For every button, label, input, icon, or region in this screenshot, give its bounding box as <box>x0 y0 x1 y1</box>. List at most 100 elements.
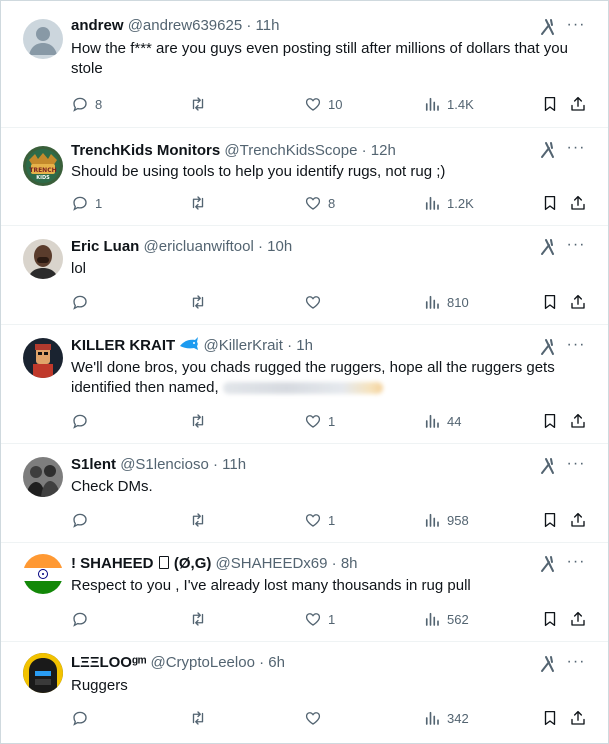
timestamp[interactable]: 12h <box>371 142 396 159</box>
user-handle[interactable]: @SHAHEEDx69 <box>216 555 328 572</box>
like-button[interactable]: 1 <box>304 510 335 530</box>
display-name[interactable]: andrew <box>71 17 124 34</box>
grok-icon[interactable] <box>540 141 558 159</box>
share-button[interactable] <box>569 510 587 530</box>
views-button[interactable]: 1.2K <box>423 193 474 213</box>
bookmark-button[interactable] <box>541 510 559 530</box>
views-button[interactable]: 1.4K <box>423 94 474 114</box>
reply-button[interactable]: 8 <box>71 94 102 114</box>
bookmark-button[interactable] <box>541 411 559 431</box>
share-button[interactable] <box>569 609 587 629</box>
display-name[interactable]: KILLER KRAIT <box>71 337 175 354</box>
reply-button[interactable] <box>71 411 89 431</box>
like-button[interactable] <box>304 708 322 728</box>
bookmark-icon <box>544 195 556 211</box>
more-icon[interactable]: ··· <box>566 654 586 674</box>
timestamp[interactable]: 6h <box>268 654 285 671</box>
user-handle[interactable]: @KillerKrait <box>204 337 283 354</box>
retweet-button[interactable] <box>189 292 207 312</box>
display-name[interactable]: LΞΞLOOᵍᵐ <box>71 654 146 671</box>
views-button[interactable]: 958 <box>423 510 469 530</box>
user-handle[interactable]: @CryptoLeeloo <box>150 654 254 671</box>
views-icon <box>425 97 439 111</box>
reply-button[interactable] <box>71 609 89 629</box>
timestamp[interactable]: 11h <box>222 456 246 473</box>
retweet-button[interactable] <box>189 411 207 431</box>
more-icon[interactable]: ··· <box>566 140 586 160</box>
views-button[interactable]: 342 <box>423 708 469 728</box>
display-name[interactable]: S1lent <box>71 456 116 473</box>
more-icon[interactable]: ··· <box>566 554 586 574</box>
share-icon <box>571 611 585 626</box>
retweet-button[interactable] <box>189 609 207 629</box>
avatar[interactable] <box>23 653 63 693</box>
bookmark-button[interactable] <box>541 292 559 312</box>
like-button[interactable]: 1 <box>304 609 335 629</box>
grok-icon[interactable] <box>540 457 558 475</box>
retweet-button[interactable] <box>189 94 207 114</box>
share-button[interactable] <box>569 292 587 312</box>
tweet-shaheed[interactable]: ! SHAHEED (Ø,G) @SHAHEEDx69 · 8h ··· Res… <box>1 543 608 642</box>
separator: · <box>361 142 367 159</box>
display-name[interactable]: Eric Luan <box>71 238 139 255</box>
views-button[interactable]: 44 <box>423 411 461 431</box>
grok-icon[interactable] <box>540 338 558 356</box>
grok-icon[interactable] <box>540 655 558 673</box>
display-name[interactable]: ! SHAHEED <box>71 555 154 572</box>
reply-button[interactable] <box>71 510 89 530</box>
timestamp[interactable]: 1h <box>296 337 313 354</box>
bookmark-button[interactable] <box>541 708 559 728</box>
user-handle[interactable]: @ericluanwiftool <box>144 238 254 255</box>
separator: · <box>212 456 218 473</box>
avatar[interactable] <box>23 457 63 497</box>
more-icon[interactable]: ··· <box>566 456 586 476</box>
share-button[interactable] <box>569 193 587 213</box>
avatar[interactable] <box>23 19 63 59</box>
user-handle[interactable]: @andrew639625 <box>128 17 242 34</box>
like-icon <box>305 415 321 428</box>
tweet-leeloo[interactable]: LΞΞLOOᵍᵐ @CryptoLeeloo · 6h ··· Ruggers … <box>1 642 608 743</box>
reply-button[interactable]: 1 <box>71 193 102 213</box>
bookmark-button[interactable] <box>541 193 559 213</box>
tweet-eric-luan[interactable]: Eric Luan @ericluanwiftool · 10h ··· lol… <box>1 226 608 325</box>
tweet-killer-krait[interactable]: KILLER KRAIT @KillerKrait · 1h ··· We'll… <box>1 325 608 444</box>
share-button[interactable] <box>569 94 587 114</box>
tweet-andrew[interactable]: andrew @andrew639625 · 11h ··· How the f… <box>1 1 608 128</box>
user-handle[interactable]: @TrenchKidsScope <box>224 142 357 159</box>
views-button[interactable]: 810 <box>423 292 469 312</box>
like-button[interactable] <box>304 292 322 312</box>
reply-button[interactable] <box>71 292 89 312</box>
bookmark-button[interactable] <box>541 609 559 629</box>
bookmark-icon <box>544 294 556 310</box>
reply-icon <box>73 97 87 112</box>
like-button[interactable]: 1 <box>304 411 335 431</box>
retweet-button[interactable] <box>189 510 207 530</box>
like-button[interactable]: 10 <box>304 94 342 114</box>
like-button[interactable]: 8 <box>304 193 335 213</box>
avatar[interactable] <box>23 239 63 279</box>
retweet-button[interactable] <box>189 193 207 213</box>
avatar[interactable] <box>23 554 63 594</box>
timestamp[interactable]: 8h <box>341 555 358 572</box>
more-icon[interactable]: ··· <box>566 337 586 357</box>
more-icon[interactable]: ··· <box>566 17 586 37</box>
timestamp[interactable]: 11h <box>256 17 280 34</box>
more-icon[interactable]: ··· <box>566 237 586 257</box>
grok-icon[interactable] <box>540 238 558 256</box>
tweet-s1lent[interactable]: S1lent @S1lencioso · 11h ··· Check DMs. … <box>1 444 608 543</box>
share-button[interactable] <box>569 708 587 728</box>
avatar[interactable] <box>23 338 63 378</box>
views-button[interactable]: 562 <box>423 609 469 629</box>
user-handle[interactable]: @S1lencioso <box>120 456 209 473</box>
retweet-button[interactable] <box>189 708 207 728</box>
bookmark-button[interactable] <box>541 94 559 114</box>
reply-button[interactable] <box>71 708 89 728</box>
like-count: 8 <box>328 195 336 211</box>
avatar[interactable]: TRENCH KIDS <box>23 146 63 186</box>
share-button[interactable] <box>569 411 587 431</box>
timestamp[interactable]: 10h <box>267 238 292 255</box>
grok-icon[interactable] <box>540 555 558 573</box>
grok-icon[interactable] <box>540 18 558 36</box>
tweet-trenchkids[interactable]: TRENCH KIDS TrenchKids Monitors @TrenchKi… <box>1 128 608 226</box>
display-name[interactable]: TrenchKids Monitors <box>71 142 220 159</box>
